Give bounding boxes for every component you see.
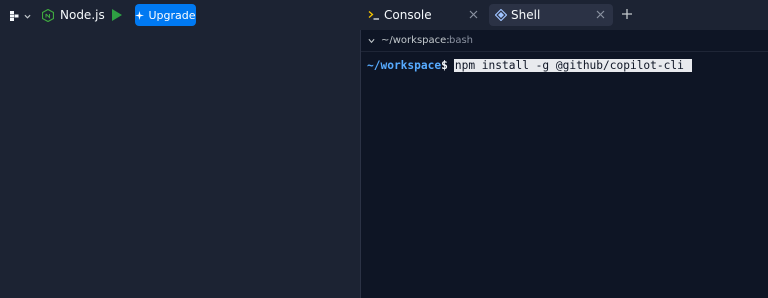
add-tab-icon[interactable] bbox=[621, 8, 633, 20]
sparkle-icon bbox=[135, 10, 145, 20]
run-button[interactable] bbox=[110, 7, 124, 23]
shell-name: bash bbox=[449, 35, 474, 46]
tab-shell[interactable]: Shell bbox=[489, 4, 613, 26]
prompt-directory: ~/workspace bbox=[367, 59, 442, 72]
app-menu-button[interactable] bbox=[10, 8, 36, 24]
project-switcher[interactable]: Node.js bbox=[42, 6, 105, 24]
editor-toolbar: Node.js Upgrade bbox=[0, 0, 360, 30]
chevron-down-icon bbox=[24, 14, 31, 19]
chevron-down-icon[interactable] bbox=[368, 38, 375, 44]
shell-icon bbox=[495, 9, 507, 21]
upgrade-button[interactable]: Upgrade bbox=[135, 4, 196, 26]
nodejs-icon bbox=[42, 8, 54, 22]
prompt-symbol: $ bbox=[441, 59, 448, 72]
shell-header: ~/workspace: bash bbox=[361, 30, 768, 52]
tab-console[interactable]: Console bbox=[362, 4, 486, 26]
replit-logo-icon bbox=[10, 11, 19, 21]
tab-shell-label: Shell bbox=[511, 8, 541, 22]
upgrade-label: Upgrade bbox=[148, 8, 196, 22]
shell-path: ~/workspace: bbox=[381, 35, 450, 46]
project-name: Node.js bbox=[60, 8, 105, 22]
close-icon[interactable] bbox=[596, 10, 605, 19]
terminal-prompt-icon bbox=[368, 11, 379, 20]
tab-console-label: Console bbox=[384, 8, 432, 22]
command-text[interactable]: npm install -g @github/copilot-cli bbox=[453, 59, 692, 72]
close-icon[interactable] bbox=[469, 10, 478, 19]
shell-pane[interactable]: ~/workspace: bash ~/workspace $ npm instal… bbox=[361, 30, 768, 298]
terminal-line[interactable]: ~/workspace $ npm install -g @github/copil… bbox=[367, 58, 692, 73]
